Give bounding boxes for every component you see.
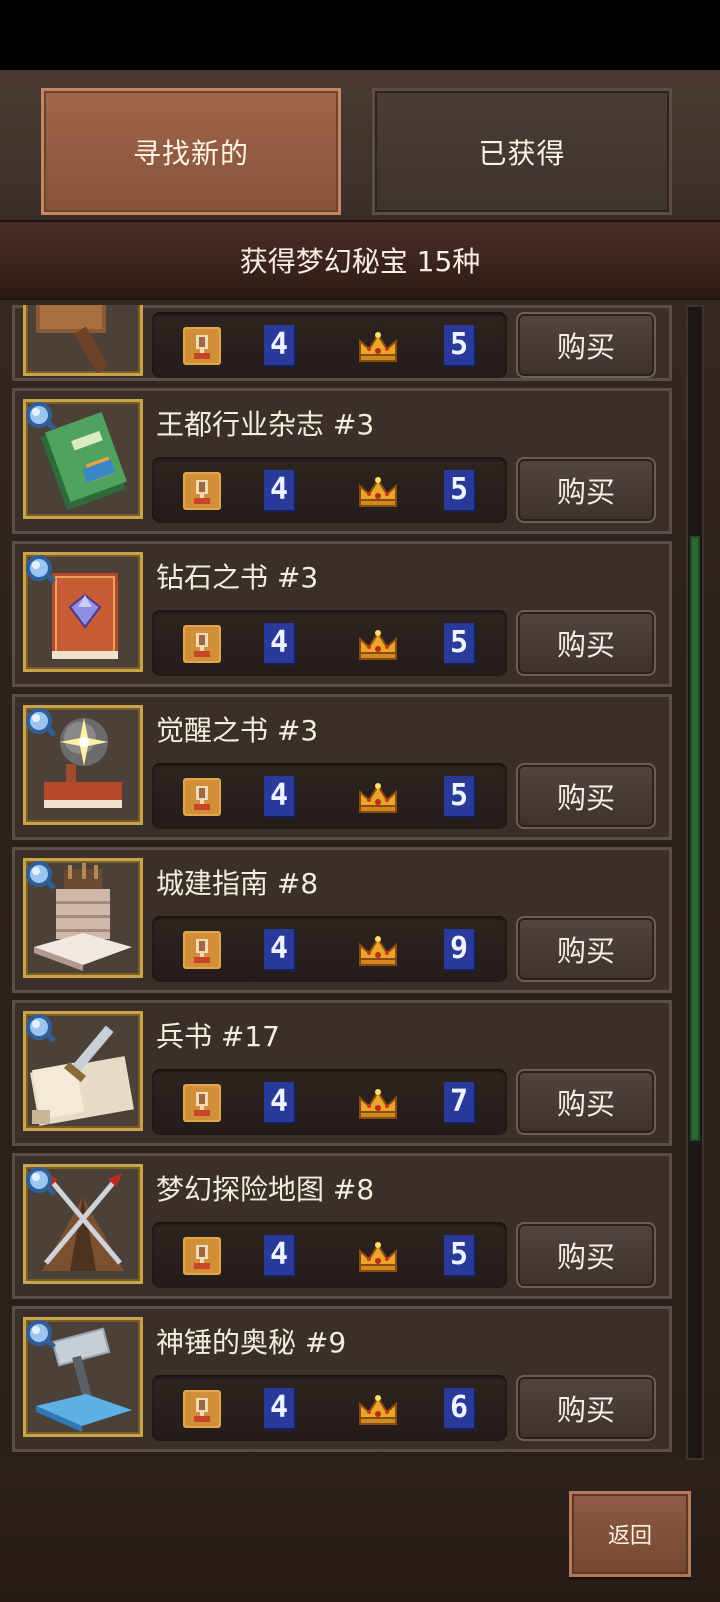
stat-value-a: 4 [264, 1082, 294, 1122]
item-name: 觉醒之书 #3 [156, 714, 319, 747]
shop-item-6: 梦幻探险地图 #8 4 5 购买 [12, 1153, 672, 1299]
shop-item-4: 城建指南 #8 4 9 购买 [12, 847, 672, 993]
scrollbar-thumb[interactable] [690, 536, 700, 1141]
tab-bar: 寻找新的 已获得 [0, 70, 720, 222]
trophy-icon [183, 625, 221, 663]
magnifier-icon[interactable] [24, 1318, 58, 1352]
back-button[interactable]: 返回 [569, 1491, 691, 1577]
item-thumbnail[interactable] [23, 552, 143, 672]
item-stats: 4 7 [152, 1069, 507, 1135]
magnifier-icon[interactable] [24, 400, 58, 434]
shop-item-0: 4 5 购买 [12, 305, 672, 381]
item-thumbnail[interactable] [23, 399, 143, 519]
stat-value-b: 5 [444, 470, 474, 510]
item-thumbnail[interactable] [23, 1011, 143, 1131]
trophy-icon [183, 1390, 221, 1428]
item-name: 王都行业杂志 #3 [156, 408, 375, 441]
item-stats: 4 5 [152, 763, 507, 829]
trophy-icon [183, 931, 221, 969]
item-name: 城建指南 #8 [156, 867, 319, 900]
crown-icon [359, 630, 397, 660]
buy-button[interactable]: 购买 [516, 916, 656, 982]
item-stats: 4 5 [152, 312, 507, 378]
hammer-icon [36, 305, 110, 373]
stat-value-a: 4 [264, 623, 294, 663]
trophy-icon [183, 1237, 221, 1275]
stat-value-b: 5 [444, 776, 474, 816]
item-stats: 4 9 [152, 916, 507, 982]
item-stats: 4 5 [152, 610, 507, 676]
item-name: 梦幻探险地图 #8 [156, 1173, 375, 1206]
stat-value-a: 4 [264, 1235, 294, 1275]
shop-item-3: 觉醒之书 #3 4 5 购买 [12, 694, 672, 840]
shop-item-2: 钻石之书 #3 4 5 购买 [12, 541, 672, 687]
item-stats: 4 5 [152, 457, 507, 523]
item-thumbnail[interactable] [23, 858, 143, 978]
trophy-icon [183, 472, 221, 510]
crown-icon [359, 783, 397, 813]
magnifier-icon[interactable] [24, 859, 58, 893]
tab-owned[interactable]: 已获得 [372, 88, 672, 215]
item-thumbnail[interactable] [23, 705, 143, 825]
magnifier-icon[interactable] [24, 1012, 58, 1046]
treasure-count-banner: 获得梦幻秘宝 15种 [0, 222, 720, 300]
stat-value-a: 4 [264, 470, 294, 510]
magnifier-icon[interactable] [24, 706, 58, 740]
magnifier-icon[interactable] [24, 1165, 58, 1199]
stat-value-a: 4 [264, 776, 294, 816]
item-thumbnail[interactable] [23, 1164, 143, 1284]
shop-item-5: 兵书 #17 4 7 购买 [12, 1000, 672, 1146]
item-list-viewport[interactable]: 4 5 购买 王都行业杂志 #3 4 5 购买 钻石之书 #3 4 5 购买 觉… [10, 305, 675, 1460]
crown-icon [359, 1089, 397, 1119]
trophy-icon [183, 778, 221, 816]
buy-button[interactable]: 购买 [516, 763, 656, 829]
buy-button[interactable]: 购买 [516, 1375, 656, 1441]
treasure-count-text: 获得梦幻秘宝 15种 [239, 245, 481, 278]
buy-button[interactable]: 购买 [516, 1222, 656, 1288]
buy-button[interactable]: 购买 [516, 457, 656, 523]
shop-item-7: 神锤的奥秘 #9 4 6 购买 [12, 1306, 672, 1452]
trophy-icon [183, 1084, 221, 1122]
stat-value-a: 4 [264, 929, 294, 969]
stat-value-b: 5 [444, 623, 474, 663]
item-name: 兵书 #17 [156, 1020, 280, 1053]
magnifier-icon[interactable] [24, 553, 58, 587]
crown-icon [359, 332, 397, 362]
buy-button[interactable]: 购买 [516, 1069, 656, 1135]
stat-value-b: 5 [444, 325, 474, 365]
buy-button[interactable]: 购买 [516, 312, 656, 378]
crown-icon [359, 1395, 397, 1425]
crown-icon [359, 936, 397, 966]
scrollbar[interactable] [686, 305, 704, 1460]
stat-value-b: 7 [444, 1082, 474, 1122]
item-stats: 4 6 [152, 1375, 507, 1441]
item-name: 钻石之书 #3 [156, 561, 319, 594]
shop-item-1: 王都行业杂志 #3 4 5 购买 [12, 388, 672, 534]
item-name: 神锤的奥秘 #9 [156, 1326, 347, 1359]
item-list: 4 5 购买 王都行业杂志 #3 4 5 购买 钻石之书 #3 4 5 购买 觉… [12, 305, 672, 1459]
stat-value-b: 5 [444, 1235, 474, 1275]
item-thumbnail[interactable] [23, 1317, 143, 1437]
status-bar [0, 0, 720, 70]
tab-find-new[interactable]: 寻找新的 [41, 88, 341, 215]
item-stats: 4 5 [152, 1222, 507, 1288]
stat-value-a: 4 [264, 1388, 294, 1428]
buy-button[interactable]: 购买 [516, 610, 656, 676]
stat-value-b: 9 [444, 929, 474, 969]
item-thumbnail[interactable] [23, 305, 143, 376]
crown-icon [359, 477, 397, 507]
trophy-icon [183, 327, 221, 365]
stat-value-b: 6 [444, 1388, 474, 1428]
stat-value-a: 4 [264, 325, 294, 365]
crown-icon [359, 1242, 397, 1272]
